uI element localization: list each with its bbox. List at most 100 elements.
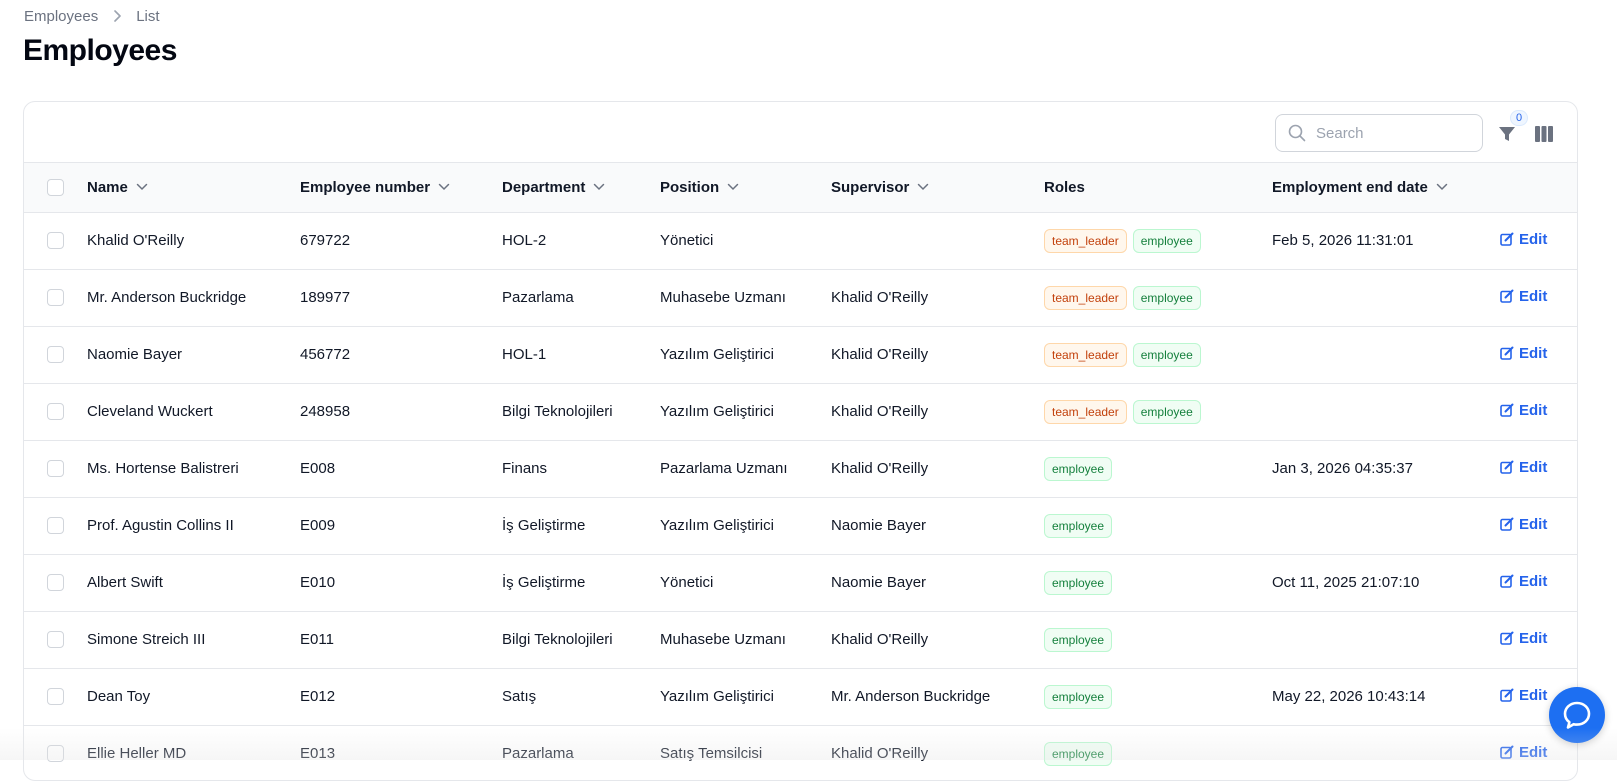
cell-supervisor: Khalid O'Reilly bbox=[831, 460, 929, 477]
edit-button[interactable]: Edit bbox=[1500, 231, 1547, 248]
cell-name: Mr. Anderson Buckridge bbox=[87, 289, 247, 306]
column-header-employment-end-date[interactable]: Employment end date bbox=[1272, 179, 1448, 196]
cell-roles: team_leader employee bbox=[1044, 269, 1272, 326]
column-header-department[interactable]: Department bbox=[502, 179, 605, 196]
row-checkbox[interactable] bbox=[47, 289, 64, 307]
chevron-right-icon bbox=[112, 10, 122, 22]
edit-icon bbox=[1500, 460, 1514, 475]
edit-icon bbox=[1500, 232, 1514, 247]
employees-table-card: 0 Name Employee number Department Positi… bbox=[23, 101, 1578, 781]
edit-button[interactable]: Edit bbox=[1500, 687, 1547, 704]
cell-employee-number: E013 bbox=[300, 745, 336, 762]
column-header-position[interactable]: Position bbox=[660, 179, 739, 196]
column-header-supervisor[interactable]: Supervisor bbox=[831, 179, 929, 196]
row-checkbox[interactable] bbox=[47, 460, 64, 478]
cell-position: Pazarlama Uzmanı bbox=[660, 460, 788, 477]
edit-label: Edit bbox=[1519, 629, 1548, 647]
cell-department: HOL-1 bbox=[502, 346, 547, 363]
breadcrumb-item-employees[interactable]: Employees bbox=[24, 8, 98, 25]
role-badge-team-leader: team_leader bbox=[1044, 399, 1127, 424]
cell-name: Simone Streich III bbox=[87, 631, 206, 648]
edit-button[interactable]: Edit bbox=[1500, 288, 1547, 305]
cell-employee-number: E011 bbox=[300, 631, 334, 648]
chevron-down-icon bbox=[918, 184, 929, 191]
chat-icon bbox=[1562, 700, 1592, 730]
edit-button[interactable]: Edit bbox=[1500, 459, 1547, 476]
cell-employment-end-date: Oct 11, 2025 21:07:10 bbox=[1272, 574, 1420, 591]
chevron-down-icon bbox=[438, 184, 450, 191]
cell-supervisor: Khalid O'Reilly bbox=[831, 403, 929, 420]
edit-icon bbox=[1500, 631, 1514, 646]
search-icon bbox=[1288, 124, 1306, 142]
cell-department: Pazarlama bbox=[502, 745, 574, 762]
edit-button[interactable]: Edit bbox=[1500, 573, 1547, 590]
cell-roles: team_leader employee bbox=[1044, 212, 1272, 269]
edit-label: Edit bbox=[1519, 686, 1548, 704]
breadcrumb: Employees List bbox=[24, 6, 160, 26]
select-all-checkbox[interactable] bbox=[47, 179, 64, 197]
row-checkbox[interactable] bbox=[47, 346, 64, 364]
edit-icon bbox=[1500, 403, 1514, 418]
column-header-employee-number[interactable]: Employee number bbox=[300, 179, 450, 196]
cell-position: Yazılım Geliştirici bbox=[660, 403, 774, 420]
cell-position: Muhasebe Uzmanı bbox=[660, 631, 786, 648]
edit-button[interactable]: Edit bbox=[1500, 345, 1547, 362]
table-row: Cleveland Wuckert 248958 Bilgi Teknolojile… bbox=[24, 383, 1577, 440]
columns-toggle-button[interactable] bbox=[1532, 122, 1556, 146]
table-row: Naomie Bayer 456772 HOL-1 Yazılım Geliştiri… bbox=[24, 326, 1577, 383]
cell-supervisor: Khalid O'Reilly bbox=[831, 289, 929, 306]
cell-name: Prof. Agustin Collins II bbox=[87, 517, 234, 534]
cell-employee-number: E010 bbox=[300, 574, 336, 591]
search-input[interactable] bbox=[1316, 124, 1466, 142]
table-row: Prof. Agustin Collins II E009 İş Geliştirm… bbox=[24, 497, 1577, 554]
edit-button[interactable]: Edit bbox=[1500, 744, 1547, 761]
edit-icon bbox=[1500, 574, 1514, 589]
table-row: Dean Toy E012 Satış Yazılım Geliştirici Mr. … bbox=[24, 668, 1577, 725]
edit-button[interactable]: Edit bbox=[1500, 402, 1547, 419]
table-body: Khalid O'Reilly 679722 HOL-2 Yönetici team_l… bbox=[24, 212, 1577, 780]
row-checkbox[interactable] bbox=[47, 574, 64, 592]
cell-roles: employee bbox=[1044, 440, 1272, 497]
cell-position: Yönetici bbox=[660, 232, 714, 249]
chevron-down-icon bbox=[727, 184, 739, 191]
chat-button[interactable] bbox=[1549, 687, 1605, 743]
row-checkbox[interactable] bbox=[47, 403, 64, 421]
column-header-name[interactable]: Name bbox=[87, 179, 148, 196]
edit-label: Edit bbox=[1519, 230, 1548, 248]
cell-name: Albert Swift bbox=[87, 574, 163, 591]
employees-table: Name Employee number Department Position… bbox=[24, 163, 1577, 780]
edit-label: Edit bbox=[1519, 287, 1548, 305]
row-checkbox[interactable] bbox=[47, 517, 64, 535]
cell-roles: team_leader employee bbox=[1044, 326, 1272, 383]
cell-employee-number: E008 bbox=[300, 460, 336, 477]
page-title: Employees bbox=[23, 34, 177, 67]
row-checkbox[interactable] bbox=[47, 631, 64, 649]
cell-department: İş Geliştirme bbox=[502, 517, 586, 534]
cell-supervisor: Khalid O'Reilly bbox=[831, 745, 929, 762]
cell-department: HOL-2 bbox=[502, 232, 547, 249]
cell-department: Finans bbox=[502, 460, 548, 477]
role-badge-employee: employee bbox=[1132, 399, 1201, 424]
cell-position: Yazılım Geliştirici bbox=[660, 517, 774, 534]
row-checkbox[interactable] bbox=[47, 688, 64, 706]
table-row: Albert Swift E010 İş Geliştirme Yönetici Nao… bbox=[24, 554, 1577, 611]
edit-label: Edit bbox=[1519, 401, 1548, 419]
cell-name: Dean Toy bbox=[87, 688, 151, 705]
filter-count-badge: 0 bbox=[1510, 110, 1528, 126]
role-badge-employee: employee bbox=[1132, 228, 1201, 253]
cell-roles: team_leader employee bbox=[1044, 383, 1272, 440]
column-header-roles: Roles bbox=[1044, 178, 1085, 196]
cell-department: Satış bbox=[502, 688, 537, 705]
cell-department: Bilgi Teknolojileri bbox=[502, 403, 613, 420]
role-badge-employee: employee bbox=[1044, 570, 1113, 595]
chevron-down-icon bbox=[594, 184, 605, 191]
cell-position: Yazılım Geliştirici bbox=[660, 688, 774, 705]
table-row: Khalid O'Reilly 679722 HOL-2 Yönetici team_l… bbox=[24, 212, 1577, 269]
cell-department: Pazarlama bbox=[502, 289, 574, 306]
edit-button[interactable]: Edit bbox=[1500, 516, 1547, 533]
cell-roles: employee bbox=[1044, 611, 1272, 668]
table-toolbar: 0 bbox=[24, 102, 1577, 163]
edit-button[interactable]: Edit bbox=[1500, 630, 1547, 647]
cell-position: Satış Temsilcisi bbox=[660, 745, 763, 762]
row-checkbox[interactable] bbox=[47, 232, 64, 250]
